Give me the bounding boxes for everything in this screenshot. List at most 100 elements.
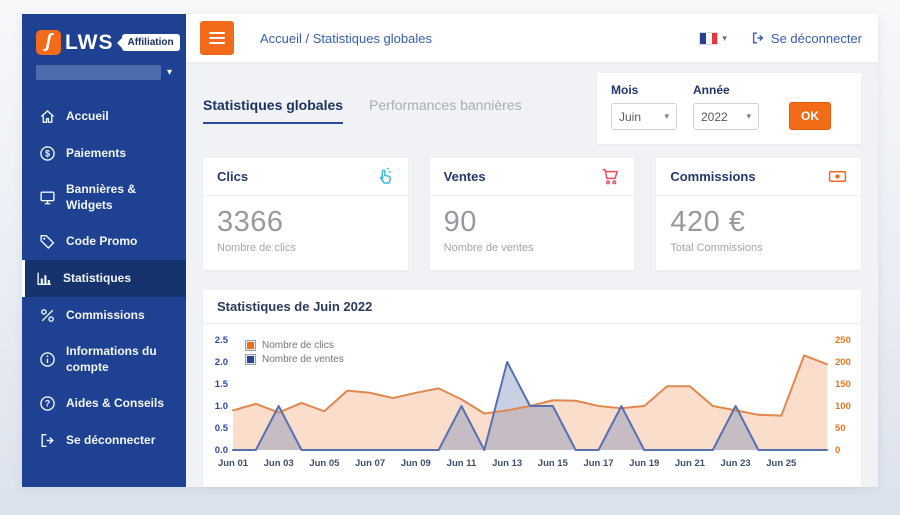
year-select-value: 2022 <box>701 110 728 124</box>
sidebar-item-paiements[interactable]: $ Paiements <box>22 135 186 172</box>
legend-swatch <box>245 340 256 351</box>
sidebar-item-accueil[interactable]: Accueil <box>22 98 186 135</box>
stat-card-commissions: Commissions420 €Total Commissions <box>656 158 861 270</box>
monitor-icon <box>39 189 56 206</box>
banknote-icon <box>828 167 847 186</box>
chart-section-title: Statistiques de Juin 2022 <box>203 290 861 324</box>
sidebar-item-label: Bannières & Widgets <box>66 182 176 213</box>
home-icon <box>39 108 56 125</box>
svg-text:200: 200 <box>835 357 851 368</box>
legend-item: Nombre de ventes <box>245 354 344 365</box>
legend-label: Nombre de clics <box>262 340 334 351</box>
svg-text:0.0: 0.0 <box>215 445 228 456</box>
svg-text:Jun 21: Jun 21 <box>675 458 706 469</box>
stat-card-title: Clics <box>217 169 248 184</box>
logout-label: Se déconnecter <box>771 31 862 46</box>
logo-text: LWS <box>65 31 114 55</box>
stat-card-caption: Nombre de clics <box>217 242 394 254</box>
svg-text:Jun 01: Jun 01 <box>218 458 249 469</box>
sidebar-item-commissions[interactable]: Commissions <box>22 297 186 334</box>
account-dropdown-value <box>36 65 161 80</box>
legend-label: Nombre de ventes <box>262 354 344 365</box>
stat-card-caption: Total Commissions <box>670 242 847 254</box>
sidebar-item-label: Commissions <box>66 308 145 324</box>
chart-legend: Nombre de clics Nombre de ventes <box>245 340 344 365</box>
account-dropdown[interactable]: ▾ <box>36 65 172 80</box>
sidebar-item-statistiques[interactable]: Statistiques <box>22 260 186 297</box>
affiliation-badge: Affiliation <box>122 34 180 51</box>
legend-item: Nombre de clics <box>245 340 344 351</box>
tab-statistiques-globales[interactable]: Statistiques globales <box>203 97 343 124</box>
logout-link[interactable]: Se déconnecter <box>751 31 862 46</box>
svg-text:Jun 17: Jun 17 <box>583 458 613 469</box>
tag-icon <box>39 233 56 250</box>
breadcrumb: Accueil / Statistiques globales <box>260 31 432 46</box>
content: Statistiques globales Performances banni… <box>186 62 878 487</box>
svg-text:Jun 05: Jun 05 <box>309 458 340 469</box>
svg-text:Jun 11: Jun 11 <box>447 458 477 469</box>
svg-text:Jun 09: Jun 09 <box>401 458 431 469</box>
svg-text:?: ? <box>45 399 51 409</box>
percent-icon <box>39 307 56 324</box>
legend-swatch <box>245 354 256 365</box>
stat-card-value: 3366 <box>217 206 394 239</box>
tabs: Statistiques globales Performances banni… <box>203 97 522 124</box>
language-flag-icon[interactable] <box>699 32 718 45</box>
stat-card-caption: Nombre de ventes <box>444 242 621 254</box>
chevron-down-icon[interactable]: ▾ <box>722 33 727 44</box>
svg-text:$: $ <box>45 149 50 159</box>
chart-area: Nombre de clics Nombre de ventes 0.0 0.5 1.… <box>203 324 861 487</box>
menu-toggle-button[interactable] <box>200 21 234 55</box>
stat-card-clics: Clics 3366 Nombre de clics <box>203 158 408 270</box>
question-icon: ? <box>39 395 56 412</box>
topbar: Accueil / Statistiques globales ▾ Se déc… <box>186 14 878 62</box>
sidebar-item-label: Paiements <box>66 146 126 162</box>
sidebar-item-label: Code Promo <box>66 234 137 250</box>
sidebar-item-informations-du-compte[interactable]: Informations du compte <box>22 334 186 385</box>
logout-icon <box>751 31 765 45</box>
dollar-circle-icon: $ <box>39 145 56 162</box>
app-window: ʃ LWS Affiliation ▾ Accueil $ Paiements Ban… <box>22 14 878 487</box>
ok-button[interactable]: OK <box>789 102 831 130</box>
svg-text:Jun 25: Jun 25 <box>766 458 797 469</box>
svg-text:2.0: 2.0 <box>215 357 228 368</box>
stat-card-value: 420 € <box>670 206 847 239</box>
bar-chart-icon <box>36 270 53 287</box>
svg-text:250: 250 <box>835 335 851 346</box>
logout-icon <box>39 432 56 449</box>
svg-text:1.5: 1.5 <box>215 379 229 390</box>
chevron-down-icon: ▾ <box>167 67 172 78</box>
sidebar-item-aides-conseils[interactable]: ? Aides & Conseils <box>22 385 186 422</box>
sidebar-item-se-d-connecter[interactable]: Se déconnecter <box>22 422 186 459</box>
tab-performances-bannieres[interactable]: Performances bannières <box>369 97 522 124</box>
sidebar-item-banni-res-widgets[interactable]: Bannières & Widgets <box>22 172 186 223</box>
sidebar-nav: Accueil $ Paiements Bannières & Widgets Code… <box>22 98 186 487</box>
main-area: Accueil / Statistiques globales ▾ Se déc… <box>186 14 878 487</box>
chart-card: Statistiques de Juin 2022 Nombre de clic… <box>203 290 861 487</box>
svg-text:Jun 07: Jun 07 <box>355 458 385 469</box>
svg-text:Jun 15: Jun 15 <box>538 458 569 469</box>
sidebar-item-label: Statistiques <box>63 271 131 287</box>
chevron-down-icon: ▾ <box>746 111 751 122</box>
svg-text:50: 50 <box>835 423 846 434</box>
svg-text:0.5: 0.5 <box>215 423 229 434</box>
sidebar-item-code-promo[interactable]: Code Promo <box>22 223 186 260</box>
stat-cards: Clics3366Nombre de clicsVentes90Nombre d… <box>203 158 861 270</box>
sidebar-item-label: Accueil <box>66 109 109 125</box>
year-select[interactable]: 2022 ▾ <box>693 103 759 130</box>
month-select[interactable]: Juin ▾ <box>611 103 677 130</box>
lws-logo-icon: ʃ <box>36 30 61 55</box>
svg-text:150: 150 <box>835 379 851 390</box>
info-icon <box>39 351 56 368</box>
sidebar-item-label: Aides & Conseils <box>66 396 164 412</box>
cart-icon <box>601 167 620 186</box>
svg-text:2.5: 2.5 <box>215 335 229 346</box>
svg-text:0: 0 <box>835 445 840 456</box>
year-label: Année <box>693 83 759 97</box>
svg-text:Jun 19: Jun 19 <box>629 458 659 469</box>
sidebar-item-label: Informations du compte <box>66 344 176 375</box>
month-label: Mois <box>611 83 677 97</box>
svg-text:100: 100 <box>835 401 851 412</box>
stat-card-title: Ventes <box>444 169 486 184</box>
svg-text:Jun 03: Jun 03 <box>264 458 294 469</box>
